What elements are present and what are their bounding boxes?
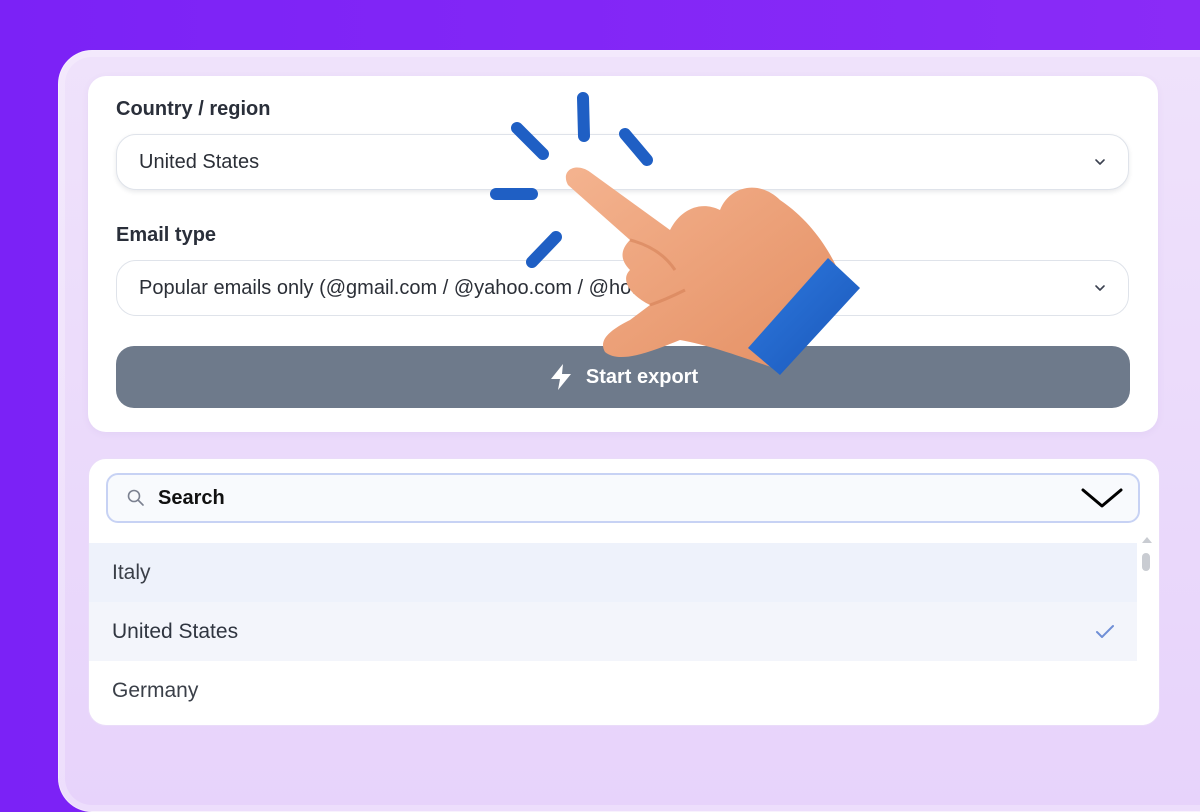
country-select[interactable]: United States (116, 134, 1129, 190)
bolt-icon (550, 364, 571, 390)
start-export-button[interactable]: Start export (116, 346, 1130, 408)
list-item[interactable]: United States (89, 602, 1137, 661)
country-options-list: Italy United States Germany (89, 543, 1137, 720)
chevron-down-icon (1095, 285, 1105, 291)
chevron-down-icon (1095, 159, 1105, 165)
country-label: Country / region (116, 98, 271, 120)
country-select-value: United States (139, 150, 260, 173)
scrollbar[interactable] (1139, 537, 1153, 717)
chevron-down-icon[interactable] (1080, 485, 1124, 511)
search-icon (127, 489, 144, 506)
list-item[interactable]: Italy (89, 543, 1137, 602)
start-export-label: Start export (585, 365, 699, 388)
check-icon (1096, 624, 1114, 638)
email-type-select[interactable]: Popular emails only (@gmail.com / @yahoo… (116, 260, 1129, 316)
scroll-up-arrow[interactable] (1142, 537, 1152, 543)
email-type-label: Email type (116, 224, 217, 246)
email-type-select-value: Popular emails only (@gmail.com / @yahoo… (139, 276, 724, 299)
list-item[interactable]: Germany (89, 661, 1137, 720)
country-dropdown: Search Italy United States Germany (88, 458, 1160, 726)
scrollbar-thumb[interactable] (1142, 553, 1150, 571)
search-placeholder: Search (158, 486, 225, 509)
export-form-card: Country / region United States Email typ… (88, 76, 1158, 432)
search-input[interactable]: Search (106, 473, 1140, 523)
